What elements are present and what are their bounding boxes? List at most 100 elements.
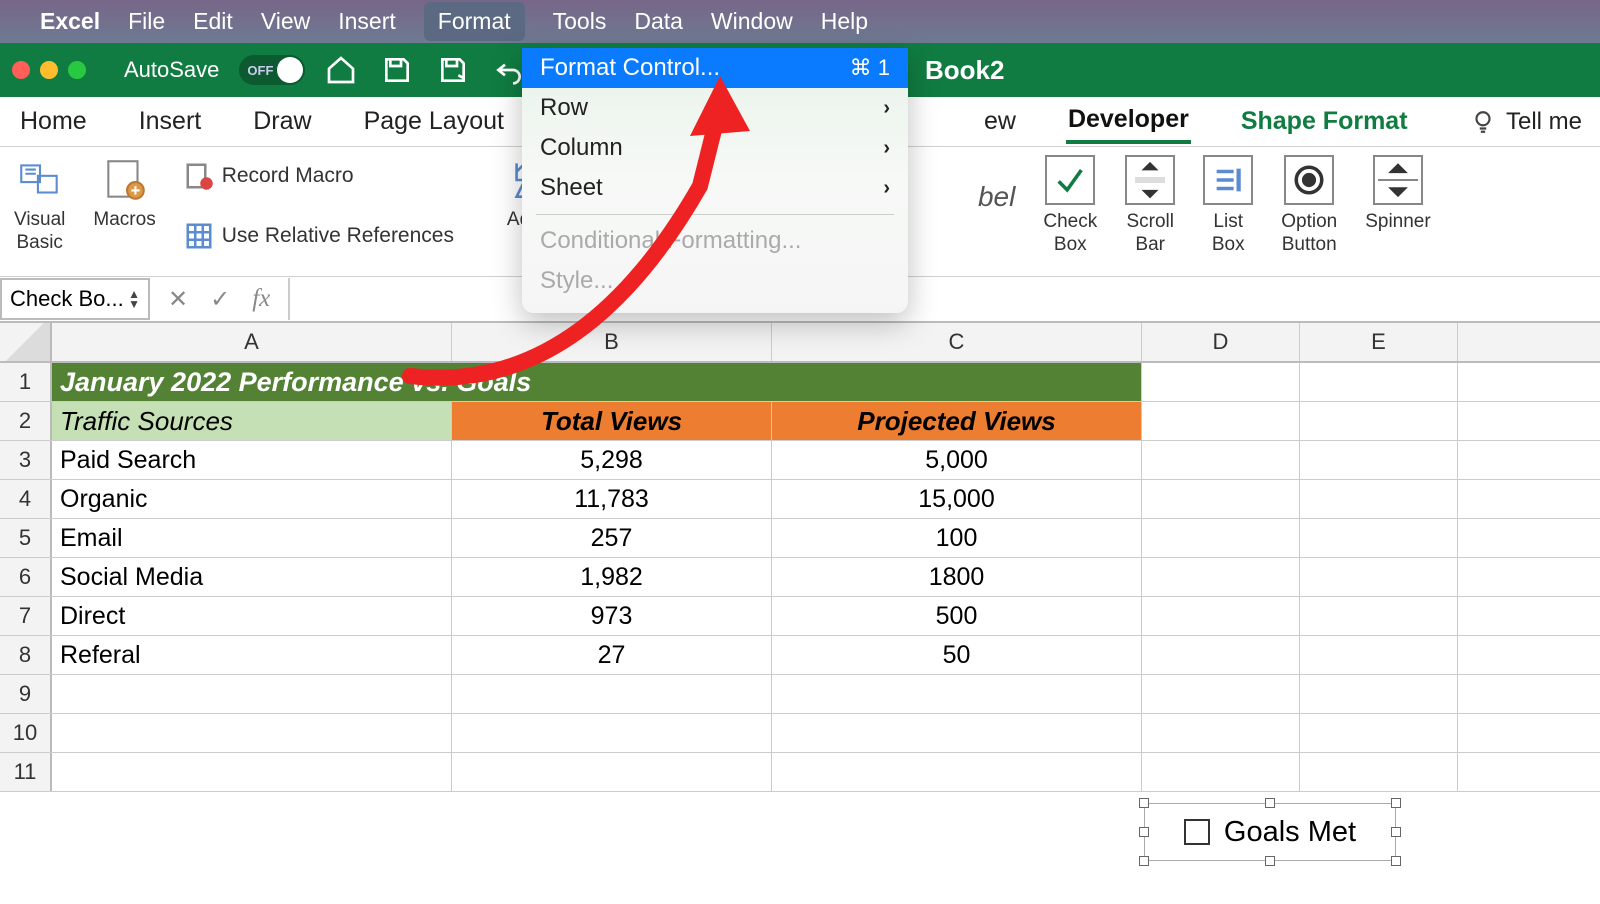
cell-C2[interactable]: Projected Views (772, 402, 1142, 440)
cell-C4[interactable]: 15,000 (772, 480, 1142, 518)
cell-B2[interactable]: Total Views (452, 402, 772, 440)
cell-B3[interactable]: 5,298 (452, 441, 772, 479)
tell-me[interactable]: Tell me (1470, 108, 1582, 136)
cell-A8[interactable]: Referal (52, 636, 452, 674)
row-header-6[interactable]: 6 (0, 558, 52, 596)
cell-E4[interactable] (1300, 480, 1458, 518)
resize-handle[interactable] (1391, 798, 1401, 808)
tab-review-partial[interactable]: ew (982, 101, 1018, 142)
row-header-10[interactable]: 10 (0, 714, 52, 752)
cell-D2[interactable] (1142, 402, 1300, 440)
save-icon[interactable] (381, 54, 413, 86)
menu-item-column[interactable]: Column › (522, 128, 908, 168)
col-header-E[interactable]: E (1300, 323, 1458, 361)
tab-developer[interactable]: Developer (1066, 99, 1191, 144)
cell-D5[interactable] (1142, 519, 1300, 557)
select-all-corner[interactable] (0, 323, 52, 361)
name-box[interactable]: Check Bo... ▲▼ (0, 278, 150, 320)
row-header-3[interactable]: 3 (0, 441, 52, 479)
row-header-9[interactable]: 9 (0, 675, 52, 713)
formula-input[interactable] (288, 278, 1600, 320)
menu-item-format-control[interactable]: Format Control... ⌘ 1 (522, 48, 908, 88)
cell-B7[interactable]: 973 (452, 597, 772, 635)
checkbox-control-button[interactable]: Check Box (1043, 155, 1097, 257)
menu-window[interactable]: Window (711, 8, 793, 35)
resize-handle[interactable] (1139, 798, 1149, 808)
cell-A6[interactable]: Social Media (52, 558, 452, 596)
zoom-button[interactable] (68, 61, 86, 79)
menu-data[interactable]: Data (634, 8, 683, 35)
cell-E5[interactable] (1300, 519, 1458, 557)
cell-A7[interactable]: Direct (52, 597, 452, 635)
cell-A2[interactable]: Traffic Sources (52, 402, 452, 440)
menu-item-row[interactable]: Row › (522, 88, 908, 128)
cell-E1[interactable] (1300, 363, 1458, 401)
form-checkbox-goals-met[interactable]: Goals Met (1144, 803, 1396, 861)
cell-A1-title[interactable]: January 2022 Performance vs. Goals (52, 363, 1142, 401)
col-header-B[interactable]: B (452, 323, 772, 361)
tab-home[interactable]: Home (18, 101, 89, 142)
cell-D6[interactable] (1142, 558, 1300, 596)
cell-C5[interactable]: 100 (772, 519, 1142, 557)
row-header-5[interactable]: 5 (0, 519, 52, 557)
autosave-toggle[interactable]: OFF (239, 55, 305, 85)
col-header-D[interactable]: D (1142, 323, 1300, 361)
close-button[interactable] (12, 61, 30, 79)
row-header-4[interactable]: 4 (0, 480, 52, 518)
col-header-C[interactable]: C (772, 323, 1142, 361)
cell-B6[interactable]: 1,982 (452, 558, 772, 596)
row-header-8[interactable]: 8 (0, 636, 52, 674)
app-name[interactable]: Excel (40, 8, 100, 35)
col-header-A[interactable]: A (52, 323, 452, 361)
menu-item-sheet[interactable]: Sheet › (522, 168, 908, 208)
visual-basic-button[interactable]: Visual Basic (14, 155, 65, 255)
cell-C6[interactable]: 1800 (772, 558, 1142, 596)
listbox-control-button[interactable]: List Box (1203, 155, 1253, 257)
menu-edit[interactable]: Edit (193, 8, 233, 35)
resize-handle[interactable] (1265, 856, 1275, 866)
cell-C8[interactable]: 50 (772, 636, 1142, 674)
tab-pagelayout[interactable]: Page Layout (362, 101, 506, 142)
cell-E6[interactable] (1300, 558, 1458, 596)
menu-insert[interactable]: Insert (338, 8, 396, 35)
row-header-2[interactable]: 2 (0, 402, 52, 440)
record-macro-button[interactable]: Record Macro (184, 161, 454, 191)
cell-A4[interactable]: Organic (52, 480, 452, 518)
menu-file[interactable]: File (128, 8, 165, 35)
cell-A3[interactable]: Paid Search (52, 441, 452, 479)
scrollbar-control-button[interactable]: Scroll Bar (1125, 155, 1175, 257)
namebox-spinner-icon[interactable]: ▲▼ (128, 289, 140, 309)
cancel-icon[interactable]: ✕ (168, 285, 188, 314)
resize-handle[interactable] (1139, 856, 1149, 866)
undo-icon[interactable] (493, 54, 525, 86)
cell-E3[interactable] (1300, 441, 1458, 479)
row-header-1[interactable]: 1 (0, 363, 52, 401)
use-relative-button[interactable]: Use Relative References (184, 221, 454, 251)
saveas-icon[interactable] (437, 54, 469, 86)
cell-B5[interactable]: 257 (452, 519, 772, 557)
minimize-button[interactable] (40, 61, 58, 79)
macros-button[interactable]: Macros (93, 155, 155, 232)
cell-E8[interactable] (1300, 636, 1458, 674)
fx-icon[interactable]: fx (252, 285, 270, 313)
cell-D1[interactable] (1142, 363, 1300, 401)
menu-view[interactable]: View (261, 8, 310, 35)
tab-insert[interactable]: Insert (137, 101, 204, 142)
cell-B4[interactable]: 11,783 (452, 480, 772, 518)
menu-format[interactable]: Format (424, 2, 525, 41)
tab-draw[interactable]: Draw (251, 101, 313, 142)
cell-A5[interactable]: Email (52, 519, 452, 557)
cell-E2[interactable] (1300, 402, 1458, 440)
optionbutton-control-button[interactable]: Option Button (1281, 155, 1337, 257)
resize-handle[interactable] (1139, 827, 1149, 837)
row-header-11[interactable]: 11 (0, 753, 52, 791)
menu-tools[interactable]: Tools (553, 8, 607, 35)
cell-B8[interactable]: 27 (452, 636, 772, 674)
cell-C3[interactable]: 5,000 (772, 441, 1142, 479)
cell-D3[interactable] (1142, 441, 1300, 479)
cell-D7[interactable] (1142, 597, 1300, 635)
cell-C7[interactable]: 500 (772, 597, 1142, 635)
resize-handle[interactable] (1391, 827, 1401, 837)
spinner-control-button[interactable]: Spinner (1365, 155, 1431, 234)
cell-D8[interactable] (1142, 636, 1300, 674)
